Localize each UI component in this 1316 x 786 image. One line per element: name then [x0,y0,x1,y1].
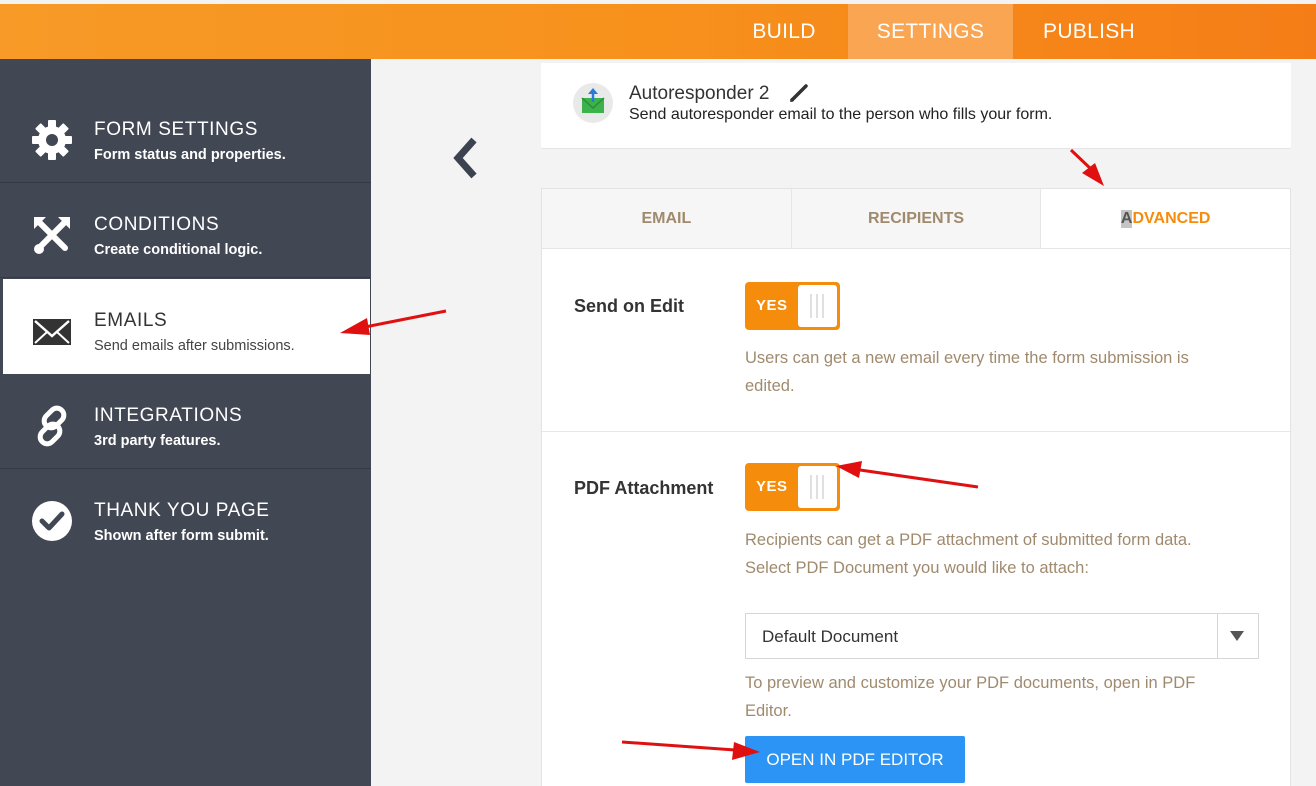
gear-icon [32,120,72,160]
pdf-attachment-toggle[interactable]: YES [745,463,840,511]
sidebar-item-subtitle: Send emails after submissions. [94,338,295,354]
pdf-preview-help: To preview and customize your PDF docume… [745,674,1196,720]
conditions-icon [34,217,70,254]
email-settings-panel: EMAIL RECIPIENTS A DVANCED Send on Edit Y… [541,188,1291,786]
sidebar-item-title: INTEGRATIONS [94,405,243,426]
chevron-down-icon [1230,631,1244,641]
tab-build[interactable]: BUILD [724,4,844,59]
pencil-icon[interactable] [788,82,810,104]
sidebar-item-subtitle: Create conditional logic. [94,242,263,258]
autoresponder-description: Send autoresponder email to the person w… [629,106,1053,123]
tab-publish[interactable]: PUBLISH [1013,4,1165,59]
open-in-pdf-editor-button[interactable]: OPEN IN PDF EDITOR [745,736,965,783]
pdf-attachment-help: Recipients can get a PDF attachment of s… [745,531,1192,577]
sidebar-item-subtitle: Form status and properties. [94,147,286,163]
sidebar-item-integrations[interactable]: INTEGRATIONS 3rd party features. [0,374,371,469]
tab-advanced-first-letter: A [1120,209,1133,228]
send-on-edit-help: Users can get a new email every time the… [745,349,1189,395]
email-tabs: EMAIL RECIPIENTS A DVANCED [542,189,1291,249]
sidebar-item-conditions[interactable]: CONDITIONS Create conditional logic. [0,183,371,278]
autoresponder-header: Autoresponder 2 Send autoresponder email… [541,63,1291,149]
divider [542,431,1290,432]
sidebar-item-title: THANK YOU PAGE [94,500,270,521]
sidebar-item-title: FORM SETTINGS [94,119,259,140]
tab-advanced-label: DVANCED [1132,209,1211,227]
tab-email[interactable]: EMAIL [542,189,792,248]
sidebar-item-form-settings[interactable]: FORM SETTINGS Form status and properties… [0,88,371,183]
sidebar-item-thank-you-page[interactable]: THANK YOU PAGE Shown after form submit. [0,469,371,564]
envelope-icon [33,319,71,345]
check-circle-icon [32,501,72,541]
link-icon [37,405,67,447]
toggle-state: YES [756,478,788,495]
sidebar-item-title: CONDITIONS [94,214,220,235]
sidebar-item-title: EMAILS [94,310,168,331]
pdf-document-select-value: Default Document [762,627,899,646]
toggle-knob [798,285,837,327]
pdf-attachment-label: PDF Attachment [574,478,714,498]
chevron-left-icon[interactable] [450,136,480,180]
sidebar-item-subtitle: Shown after form submit. [94,528,269,544]
select-separator [1217,614,1218,658]
sidebar-item-emails[interactable]: EMAILS Send emails after submissions. [3,279,370,374]
autoresponder-title: Autoresponder 2 [629,83,770,104]
tab-settings[interactable]: SETTINGS [848,4,1013,59]
send-on-edit-label: Send on Edit [574,296,684,316]
toggle-knob [798,466,837,508]
settings-sidebar: FORM SETTINGS Form status and properties… [0,59,371,786]
tab-advanced[interactable]: A DVANCED [1041,189,1291,248]
pdf-document-select[interactable]: Default Document [745,613,1259,659]
toggle-state: YES [756,297,788,314]
top-navigation-bar: BUILD SETTINGS PUBLISH [0,4,1316,59]
tab-recipients[interactable]: RECIPIENTS [791,189,1042,248]
autoresponder-icon [573,83,613,123]
sidebar-item-subtitle: 3rd party features. [94,433,221,449]
annotation-arrow-advanced [1069,148,1104,186]
send-on-edit-toggle[interactable]: YES [745,282,840,330]
